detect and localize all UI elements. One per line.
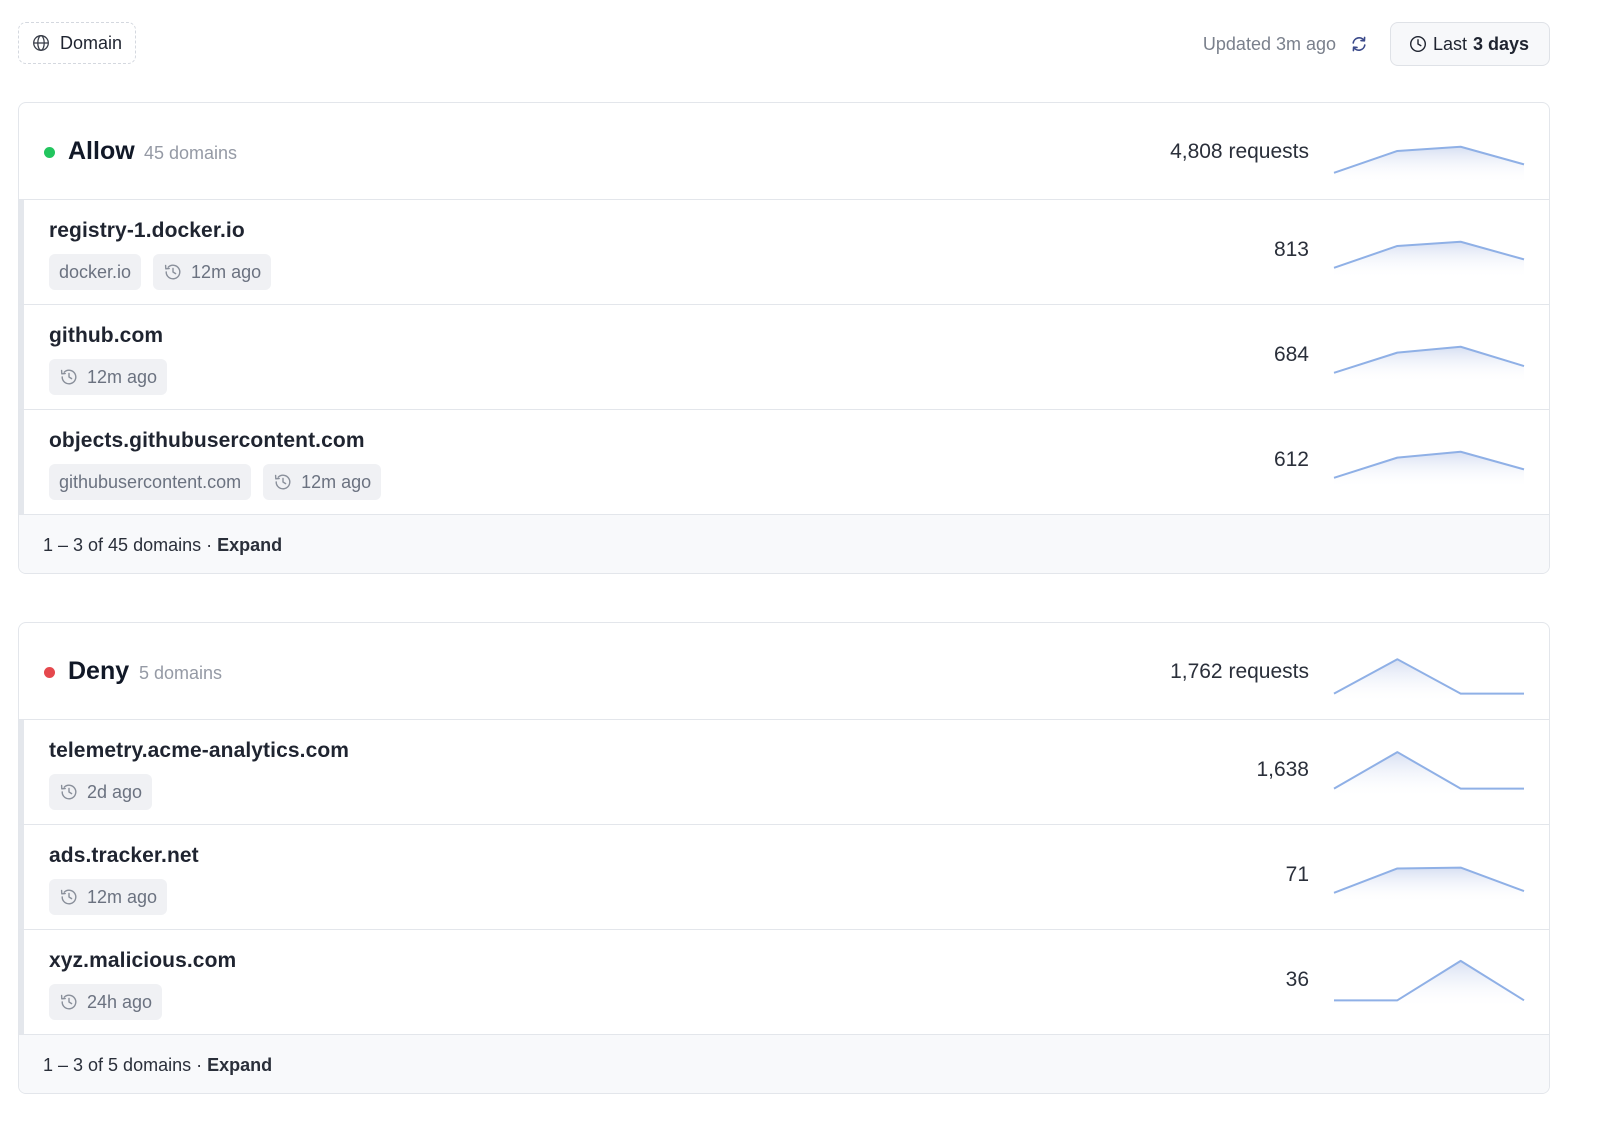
time-range-value: 3 days: [1473, 33, 1530, 54]
sparkline-area: [1334, 659, 1524, 703]
request-count: 1,638: [1256, 758, 1309, 781]
updated-status: Updated 3m ago: [1202, 33, 1336, 54]
domain-name: xyz.malicious.com: [49, 949, 237, 972]
parent-domain-tag: docker.io: [49, 254, 142, 290]
domain-row[interactable]: xyz.malicious.com 24h ago 36: [19, 930, 1549, 1035]
tag-text: githubusercontent.com: [59, 471, 242, 492]
domain-row[interactable]: github.com 12m ago 684: [19, 305, 1549, 410]
refresh-button[interactable]: [1348, 33, 1370, 55]
allow-group-header[interactable]: Allow 45 domains 4,808 requests: [19, 103, 1549, 200]
history-icon: [60, 784, 77, 800]
status-dot: [44, 147, 55, 158]
sparkline-area: [1334, 451, 1524, 488]
row-sparkline: [1333, 345, 1525, 383]
sparkline-area: [1334, 346, 1524, 383]
history-icon: [275, 474, 291, 490]
row-sparkline: [1333, 866, 1525, 903]
last-seen-tag: 12m ago: [153, 254, 272, 290]
domain-name: registry-1.docker.io: [49, 219, 245, 242]
sparkline-area: [1334, 752, 1524, 798]
group-footer: 1 – 3 of 5 domains · Expand: [19, 1035, 1549, 1093]
row-sparkline: [1333, 240, 1525, 278]
domain-name: ads.tracker.net: [49, 844, 199, 867]
last-seen-tag: 12m ago: [49, 359, 168, 395]
time-range-button[interactable]: Last 3 days: [1390, 22, 1550, 66]
tag-text: 24h ago: [87, 991, 153, 1012]
status-dot: [44, 667, 55, 678]
request-count: 612: [1273, 448, 1309, 471]
row-sparkline: [1334, 959, 1525, 1008]
domain-row[interactable]: telemetry.acme-analytics.com 2d ago 1,63…: [19, 720, 1549, 825]
last-seen-tag: 12m ago: [263, 464, 382, 500]
request-count: 71: [1285, 863, 1309, 886]
pagination-text: 1 – 3 of 5 domains ·: [43, 1054, 203, 1075]
group-title: Deny: [68, 657, 130, 685]
history-icon: [60, 889, 77, 905]
tag-text: 12m ago: [87, 366, 158, 387]
domain-name: telemetry.acme-analytics.com: [49, 739, 350, 762]
last-seen-tag: 24h ago: [49, 984, 163, 1020]
tag-text: 12m ago: [87, 886, 158, 907]
tag-text: 12m ago: [191, 261, 262, 282]
domain-name: github.com: [49, 324, 164, 347]
globe-icon: [33, 35, 49, 51]
deny-group-header[interactable]: Deny 5 domains 1,762 requests: [19, 623, 1549, 720]
request-count: 813: [1273, 238, 1309, 261]
tag-text: 2d ago: [87, 781, 143, 802]
allow-group-panel: Allow 45 domains 4,808 requests registry…: [18, 102, 1550, 574]
tag-text: 12m ago: [301, 471, 372, 492]
pagination-text: 1 – 3 of 45 domains ·: [43, 534, 213, 555]
domain-row[interactable]: objects.githubusercontent.com githubuser…: [19, 410, 1549, 515]
clock-icon: [1409, 35, 1427, 53]
row-sparkline: [1333, 450, 1525, 488]
request-count: 36: [1285, 968, 1309, 991]
group-title: Allow: [68, 137, 135, 165]
group-requests: 1,762 requests: [1170, 660, 1309, 683]
time-range-prefix: Last: [1433, 33, 1468, 54]
request-count: 684: [1273, 343, 1309, 366]
domain-filter-button[interactable]: Domain: [18, 22, 136, 64]
history-icon: [164, 264, 181, 280]
group-sparkline: [1333, 145, 1525, 183]
tag-text: docker.io: [59, 261, 132, 282]
sparkline-area: [1334, 241, 1524, 278]
group-footer: 1 – 3 of 45 domains · Expand: [19, 515, 1549, 573]
last-seen-tag: 12m ago: [49, 879, 168, 915]
expand-link[interactable]: Expand: [217, 535, 282, 556]
domain-row[interactable]: registry-1.docker.io docker.io 12m ago 8…: [19, 200, 1549, 305]
row-sparkline: [1333, 751, 1524, 798]
group-domain-count: 45 domains: [144, 143, 238, 163]
history-icon: [60, 994, 77, 1010]
domain-name: objects.githubusercontent.com: [49, 429, 365, 452]
group-sparkline: [1333, 658, 1524, 703]
sparkline-area: [1334, 867, 1524, 903]
domain-filter-label: Domain: [60, 32, 123, 53]
history-icon: [60, 369, 77, 385]
sparkline-area: [1334, 146, 1524, 183]
deny-group-panel: Deny 5 domains 1,762 requests telemetry.…: [18, 622, 1550, 1094]
expand-link[interactable]: Expand: [207, 1055, 272, 1076]
refresh-icon: [1352, 36, 1366, 52]
toolbar: Domain Updated 3m ago Last 3 days: [18, 22, 1550, 66]
group-requests: 4,808 requests: [1170, 140, 1309, 163]
domain-row[interactable]: ads.tracker.net 12m ago 71: [19, 825, 1549, 930]
parent-domain-tag: githubusercontent.com: [49, 464, 252, 500]
group-domain-count: 5 domains: [139, 663, 223, 683]
last-seen-tag: 2d ago: [49, 774, 153, 810]
